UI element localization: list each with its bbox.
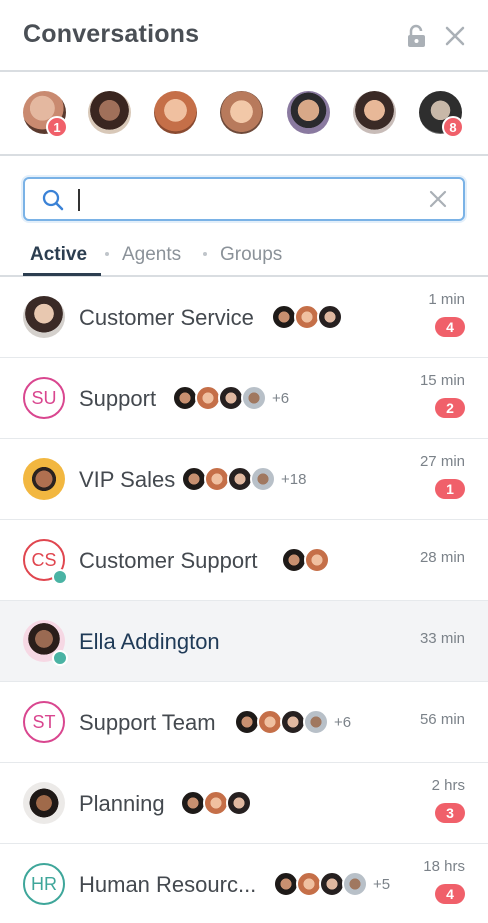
last-activity-time: 18 hrs — [423, 858, 465, 875]
more-participants-count: +18 — [281, 471, 307, 488]
conversation-name: Customer Service — [79, 305, 254, 330]
participant-avatar — [317, 304, 343, 330]
clear-icon[interactable] — [429, 190, 447, 213]
unread-count-badge: 3 — [435, 803, 465, 823]
participant-avatar — [226, 790, 252, 816]
search-input[interactable] — [23, 177, 465, 221]
text-cursor — [78, 189, 80, 211]
conversation-name: Planning — [79, 791, 165, 816]
unread-count-badge: 2 — [435, 398, 465, 418]
online-agents-strip — [0, 74, 488, 156]
unread-count-badge: 4 — [435, 884, 465, 904]
conversation-row[interactable]: Customer Service 1 min 4 — [0, 277, 488, 358]
page-title: Conversations — [23, 20, 200, 48]
contact-avatar — [23, 296, 65, 338]
participant-avatar — [250, 466, 276, 492]
last-activity-time: 56 min — [419, 711, 465, 728]
panel-header: Conversations — [0, 0, 488, 72]
conversation-name: Human Resourc... — [79, 872, 257, 897]
conversation-row[interactable]: Ella Addington 33 min — [0, 601, 488, 682]
active-tab-indicator — [23, 273, 101, 276]
agent-avatar[interactable] — [88, 91, 131, 134]
conversation-name: Ella Addington — [79, 629, 220, 654]
unread-badge: 8 — [442, 116, 464, 138]
agent-avatar[interactable] — [220, 91, 263, 134]
tab-separator — [203, 252, 207, 256]
more-participants-count: +5 — [373, 876, 391, 893]
contact-avatar — [23, 458, 65, 500]
last-activity-time: 33 min — [419, 630, 465, 647]
agent-avatar[interactable] — [353, 91, 396, 134]
conversation-row[interactable]: VIP Sales +18 27 min 1 — [0, 439, 488, 520]
tab-groups[interactable]: Groups — [220, 244, 282, 266]
tab-active[interactable]: Active — [30, 244, 87, 266]
close-icon[interactable] — [441, 22, 469, 50]
contact-avatar — [23, 782, 65, 824]
conversation-name: Support Team — [79, 710, 216, 735]
more-participants-count: +6 — [272, 390, 290, 407]
group-initials-avatar: ST — [23, 701, 65, 743]
group-initials-avatar: HR — [23, 863, 65, 905]
unread-count-badge: 4 — [435, 317, 465, 337]
agent-avatar[interactable] — [154, 91, 197, 134]
conversation-row[interactable]: Planning 2 hrs 3 — [0, 763, 488, 844]
last-activity-time: 27 min — [419, 453, 465, 470]
unlock-icon[interactable] — [403, 22, 431, 50]
last-activity-time: 15 min — [419, 372, 465, 389]
search-icon — [41, 188, 65, 217]
conversation-row[interactable]: ST Support Team +6 56 min — [0, 682, 488, 763]
tab-agents[interactable]: Agents — [122, 244, 181, 266]
last-activity-time: 1 min — [428, 291, 465, 308]
participant-avatar — [303, 709, 329, 735]
conversation-row[interactable]: SU Support +6 15 min 2 — [0, 358, 488, 439]
conversation-name: VIP Sales — [79, 467, 176, 492]
group-initials-avatar: SU — [23, 377, 65, 419]
participant-avatar — [304, 547, 330, 573]
more-participants-count: +6 — [334, 714, 352, 731]
last-activity-time: 2 hrs — [431, 777, 465, 794]
participant-avatar — [241, 385, 267, 411]
conversation-row[interactable]: HR Human Resourc... +5 18 hrs 4 — [0, 844, 488, 923]
last-activity-time: 28 min — [419, 549, 465, 566]
conversation-row[interactable]: CS Customer Support 28 min — [0, 520, 488, 601]
online-status-dot — [52, 650, 68, 666]
participant-avatar — [342, 871, 368, 897]
conversation-tabs: Active Agents Groups — [0, 236, 488, 277]
tab-separator — [105, 252, 109, 256]
conversation-name: Support — [79, 386, 157, 411]
conversation-name: Customer Support — [79, 548, 258, 573]
online-status-dot — [52, 569, 68, 585]
unread-count-badge: 1 — [435, 479, 465, 499]
unread-badge: 1 — [46, 116, 68, 138]
agent-avatar[interactable] — [287, 91, 330, 134]
